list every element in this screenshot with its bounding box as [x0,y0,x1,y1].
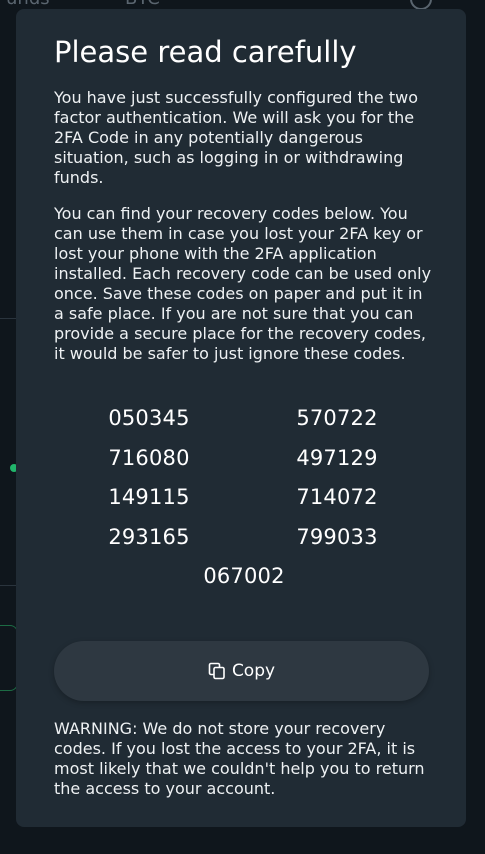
recovery-code: 799033 [296,524,378,549]
background-btc-label: BTC [125,0,160,9]
warning-text: WARNING: We do not store your recovery c… [54,719,425,798]
recovery-code: 497129 [296,445,378,470]
recovery-code: 050345 [108,406,190,430]
modal-title: Please read carefully [54,35,357,69]
recovery-code: 716080 [108,445,190,470]
recovery-code: 293165 [108,524,190,549]
code-row: 067002 [54,564,434,604]
recovery-code: 714072 [296,485,378,509]
recovery-code: 067002 [203,564,285,588]
copy-button[interactable]: Copy [54,641,429,701]
copy-icon [208,662,226,680]
recovery-codes-modal: Please read carefully You have just succ… [16,9,466,827]
intro-paragraph: You have just successfully configured th… [54,88,418,187]
code-row: 293165 799033 [54,525,434,565]
background-funds-label: unds [6,0,50,9]
recovery-info-paragraph: You can find your recovery codes below. … [54,204,432,363]
recovery-code: 570722 [296,406,378,430]
recovery-code: 149115 [108,485,190,509]
recovery-codes-list: 050345 570722 716080 497129 149115 71407… [54,406,434,604]
code-row: 050345 570722 [54,406,434,446]
copy-button-label: Copy [231,661,276,681]
code-row: 716080 497129 [54,446,434,486]
code-row: 149115 714072 [54,485,434,525]
